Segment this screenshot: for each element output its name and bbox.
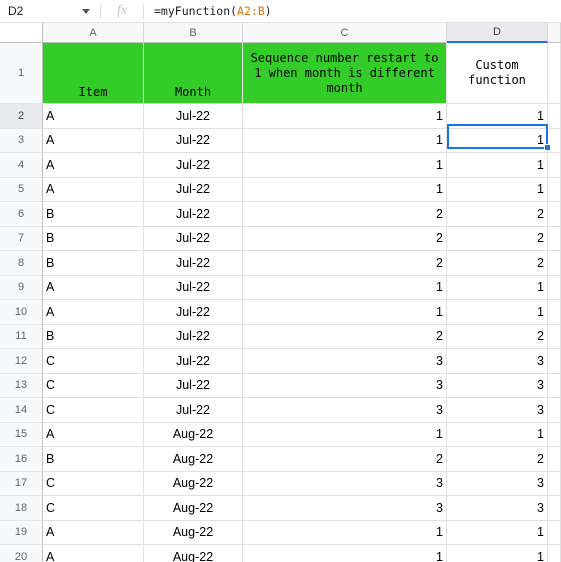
- column-header-e[interactable]: [548, 23, 561, 43]
- header-cell-custom-function-label: Custom function: [468, 58, 526, 87]
- header-cell-month[interactable]: Month: [144, 43, 243, 104]
- formula-bar: D2 fx =myFunction(A2:B): [0, 0, 561, 23]
- function-icon: fx: [116, 3, 128, 18]
- column-header-d[interactable]: D: [447, 23, 548, 43]
- header-cell-sequence-label: Sequence number restart to 1 when month …: [250, 50, 439, 95]
- name-box[interactable]: D2: [0, 0, 100, 23]
- selection-layer: [0, 104, 561, 562]
- header-cell-item[interactable]: Item: [43, 43, 144, 104]
- name-box-value: D2: [8, 4, 24, 18]
- formula-prefix: =myFunction(: [154, 4, 238, 18]
- column-header-b[interactable]: B: [144, 23, 243, 43]
- spreadsheet-grid: A B C D 1 Item Month Sequence number res…: [0, 23, 561, 562]
- column-header-a[interactable]: A: [43, 23, 144, 43]
- header-cell-sequence[interactable]: Sequence number restart to 1 when month …: [243, 43, 447, 104]
- formula-range-reference: A2:B: [237, 4, 265, 18]
- row-header-1[interactable]: 1: [0, 43, 43, 104]
- header-cell-month-label: Month: [174, 85, 212, 99]
- table-header-row: 1 Item Month Sequence number restart to …: [0, 43, 561, 104]
- fill-handle[interactable]: [544, 144, 551, 151]
- header-cell-custom-function[interactable]: Custom function: [447, 43, 548, 104]
- column-header-c[interactable]: C: [243, 23, 447, 43]
- header-cell-e[interactable]: [548, 43, 561, 104]
- selected-cell-outline: [447, 124, 548, 149]
- formula-suffix: ): [264, 4, 272, 18]
- select-all-corner[interactable]: [0, 23, 43, 43]
- grid-rows: 1 Item Month Sequence number restart to …: [0, 43, 561, 562]
- header-cell-item-label: Item: [78, 85, 108, 99]
- chevron-down-icon[interactable]: [82, 8, 90, 14]
- formula-input[interactable]: =myFunction(A2:B): [144, 0, 561, 23]
- column-header-row: A B C D: [0, 23, 561, 43]
